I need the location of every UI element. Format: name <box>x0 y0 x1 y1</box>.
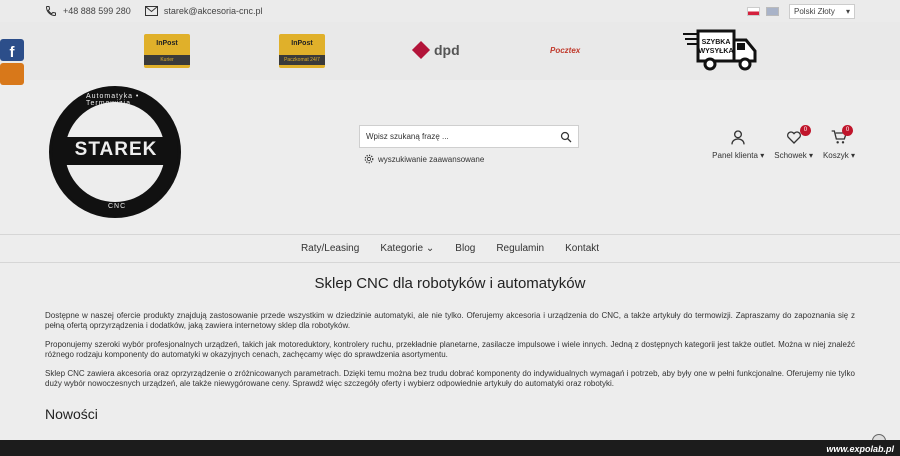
inpost-paczkomat-logo: InPost Paczkomat 24/7 <box>279 34 325 68</box>
logo-name: STAREK <box>64 137 168 165</box>
intro-paragraph: Sklep CNC zawiera akcesoria oraz oprzyrz… <box>45 369 855 388</box>
inpost-kurier-logo: InPost Kurier <box>144 34 190 68</box>
currency-select[interactable]: Polski Złoty ▾ <box>789 3 855 19</box>
delivery-truck-icon: SZYBKA WYSYŁKA <box>683 29 757 71</box>
facebook-icon[interactable]: f <box>0 39 24 61</box>
logo-ring-bottom: CNC <box>108 203 127 210</box>
nav-item-blog[interactable]: Blog <box>455 243 475 254</box>
search-icon[interactable] <box>560 131 572 143</box>
cart-count-badge: 0 <box>842 125 853 136</box>
intro-paragraph: Proponujemy szeroki wybór profesjonalnyc… <box>45 340 855 359</box>
account-button[interactable]: Panel klienta ▾ <box>712 129 764 160</box>
main-content: Sklep CNC dla robotyków i automatyków Do… <box>0 275 900 422</box>
chevron-down-icon: ▾ <box>760 151 765 160</box>
polish-flag-icon[interactable] <box>747 6 760 16</box>
chevron-down-icon: ▾ <box>808 151 813 160</box>
advanced-search-link[interactable]: wyszukiwanie zaawansowane <box>359 154 579 164</box>
cart-button[interactable]: 0 Koszyk ▾ <box>822 125 855 160</box>
social-sidebar: f <box>0 39 24 85</box>
watermark: www.expolab.pl <box>826 444 894 454</box>
nav-item-kategorie-label: Kategorie <box>380 243 424 254</box>
fast-shipping-line2: WYSYŁKA <box>699 48 734 55</box>
search-input[interactable]: Wpisz szukaną frazę ... <box>359 125 579 148</box>
email-address[interactable]: starek@akcesoria-cnc.pl <box>164 6 263 16</box>
email-contact[interactable]: starek@akcesoria-cnc.pl <box>144 6 263 16</box>
nav-item-kontakt[interactable]: Kontakt <box>565 243 599 254</box>
logo-ring-top: Automatyka • Termowizja <box>86 93 140 107</box>
nav-item-kategorie[interactable]: Kategorie ⌄ <box>380 243 434 254</box>
gear-icon <box>364 154 374 164</box>
chevron-down-icon: ▾ <box>850 151 855 160</box>
bottom-bar: www.expolab.pl <box>0 440 900 456</box>
top-bar: +48 888 599 280 starek@akcesoria-cnc.pl … <box>0 0 900 22</box>
currency-value: Polski Złoty <box>794 6 835 16</box>
nav-item-raty-leasing[interactable]: Raty/Leasing <box>301 243 359 254</box>
search-area: Wpisz szukaną frazę ... wyszukiwanie zaa… <box>359 125 579 164</box>
wishlist-count-badge: 0 <box>799 125 811 136</box>
advanced-search-label: wyszukiwanie zaawansowane <box>378 154 485 164</box>
user-icon <box>731 130 745 145</box>
english-flag-icon[interactable] <box>766 6 779 16</box>
starek-logo[interactable]: STAREK Automatyka • Termowizja CNC <box>49 86 181 218</box>
phone-contact[interactable]: +48 888 599 280 <box>45 5 131 17</box>
header-actions: Panel klienta ▾ 0 Schowek ▾ 0 Koszyk ▾ <box>712 125 855 160</box>
phone-icon <box>45 6 56 17</box>
pocztex-logo: Pocztex <box>550 46 580 55</box>
cart-label: Koszyk <box>822 151 849 160</box>
nav-item-regulamin[interactable]: Regulamin <box>496 243 544 254</box>
wishlist-button[interactable]: 0 Schowek ▾ <box>774 125 813 160</box>
dpd-logo: dpd <box>411 40 460 60</box>
pocztex-text: Pocztex <box>550 46 581 55</box>
main-nav: Raty/Leasing Kategorie ⌄ Blog Regulamin … <box>0 234 900 263</box>
fast-shipping-badge: SZYBKA WYSYŁKA <box>683 28 757 77</box>
page-title: Sklep CNC dla robotyków i automatyków <box>314 275 586 292</box>
chevron-down-icon: ▾ <box>845 6 850 16</box>
account-label: Panel klienta <box>712 151 758 160</box>
wishlist-label: Schowek <box>774 151 807 160</box>
inpost-paczkomat-sub: Paczkomat 24/7 <box>279 55 325 65</box>
mail-icon <box>144 6 158 16</box>
phone-number[interactable]: +48 888 599 280 <box>63 6 131 16</box>
intro-paragraph: Dostępne w naszej ofercie produkty znajd… <box>45 311 855 330</box>
dpd-text: dpd <box>434 42 460 58</box>
new-products-heading: Nowości <box>45 406 98 422</box>
dpd-box-icon <box>411 40 431 60</box>
inpost-paczkomat-brand: InPost <box>291 40 313 47</box>
fast-shipping-line1: SZYBKA <box>702 39 731 46</box>
header: STAREK Automatyka • Termowizja CNC Wpisz… <box>0 80 900 234</box>
carriers-strip: InPost Kurier InPost Paczkomat 24/7 dpd … <box>0 22 900 80</box>
search-placeholder: Wpisz szukaną frazę ... <box>366 132 449 141</box>
chevron-down-icon: ⌄ <box>425 243 435 254</box>
inpost-kurier-brand: InPost <box>156 40 178 47</box>
inpost-kurier-sub: Kurier <box>144 55 190 65</box>
